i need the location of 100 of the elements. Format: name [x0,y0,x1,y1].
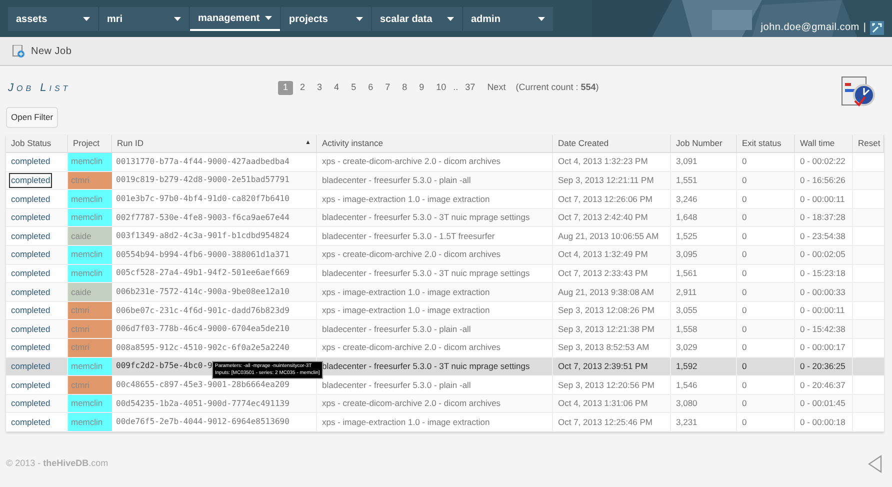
status-link[interactable]: completed [10,397,52,410]
column-header[interactable]: Job Number [671,135,737,152]
table-cell: 009fc2d2-b75e-4bc0-9 [116,360,212,372]
project-tag: memclin [68,190,112,208]
table-row[interactable]: completed caide 003f1349-a8d2-4c3a-901f-b1cdbd954824 bladecenter - freesurfer 5.3.0 - 1.5T freesurfer Aug 21, 2013 10:06:55 AM 1,525 0 0 - 23:54:38 [6,227,884,246]
table-cell: 001e3b7c-97b0-4bf4-91d0-ca820f7b6410 [116,192,290,205]
nav-menu[interactable]: admin [463,7,553,31]
table-cell: 0 - 16:56:26 [800,174,846,187]
nav-menu[interactable]: assets [8,7,98,31]
caret-icon [356,17,363,21]
nav-menu[interactable]: scalar data [372,7,462,31]
page-link[interactable]: 7 [380,81,396,95]
table-cell: xps - create-dicom-archive 2.0 - dicom archives [322,248,501,262]
project-tag: ctmri [68,338,112,357]
table-row[interactable]: completed ctmri 006be07c-231c-4f6d-901c-dadd76b823d9 xps - image-extraction 1.0 - image extraction Sep 3, 2013 12:08:26 PM 3,055 0 0 - 00:00:11 [6,302,884,320]
status-link[interactable]: completed [10,174,52,187]
page-link[interactable]: 10 [431,81,452,95]
column-header[interactable]: Date Created [553,135,671,152]
table-row[interactable]: completed memclin 001e3b7c-97b0-4bf4-91d0-ca820f7b6410 xps - image-extraction 1.0 - image extraction Oct 7, 2013 12:26:06 PM 3,246 0 0 - 00:00:11 [6,190,884,209]
table-row[interactable]: completed memclin 00131770-b77a-4f44-9000-427aadbedba4 xps - create-dicom-archive 2.0 - dicom archives Oct 4, 2013 1:32:23 PM 3,091 0 0 - 00:02:22 [6,153,884,172]
table-cell: 3,080 [676,397,698,410]
page-link[interactable]: 4 [329,81,344,95]
table-row[interactable] [6,358,884,376]
back-arrow-icon[interactable] [868,455,882,473]
table-row[interactable]: completed memclin 00554b94-b994-4fb6-9000-388061d1a371 xps - create-dicom-archive 2.0 - dicom archives Oct 4, 2013 1:32:49 PM 3,095 0 0 - 00:02:05 [6,246,884,265]
table-cell: Oct 7, 2013 2:39:51 PM [558,360,648,373]
new-document-icon [12,44,25,58]
table-cell: 00d54235-1b2a-4051-900d-7774ec491139 [116,398,290,410]
table-cell: bladecenter - freesurfer 5.3.0 - 3T nuic mprage settings [322,266,530,280]
table-cell: 3,055 [676,304,698,317]
column-header[interactable]: Activity instance [317,135,553,152]
status-link[interactable]: completed [10,230,52,243]
table-cell: xps - image-extraction 1.0 - image extraction [322,286,490,298]
table-cell: xps - create-dicom-archive 2.0 - dicom archives [322,155,501,168]
nav-menu[interactable]: projects [281,7,371,31]
table-row[interactable]: completed caide 006b231e-7572-414c-900a-9be08ee12a10 xps - image-extraction 1.0 - image extraction Aug 21, 2013 9:38:08 AM 2,911 0 0 - 00:00:33 [6,283,884,302]
column-header[interactable]: Reset [853,135,884,152]
table-cell: 0 [742,397,747,410]
status-link[interactable]: completed [10,286,52,298]
table-cell: 0 [742,248,747,262]
table-cell: 0 [742,211,747,224]
table-cell: xps - image-extraction 1.0 - image extraction [322,192,490,206]
table-cell: 1,546 [676,378,698,392]
page-link[interactable]: 6 [363,81,378,95]
table-row[interactable]: completed ctmri 00c48655-c897-45e3-9001-28b6664ea209 bladecenter - freesurfer 5.3.0 - plain -all Sep 3, 2013 12:20:56 PM 1,546 0 0 - 20:46:37 [6,376,884,395]
page-link[interactable]: 9 [414,81,430,95]
project-tag: ctmri [68,302,112,320]
status-link[interactable]: completed [10,192,52,206]
column-header[interactable]: Project [68,135,112,152]
table-cell: 002f7787-530e-4fe8-9003-f6ca9ae67e44 [116,212,290,224]
table-cell: 006b231e-7572-414c-900a-9be08ee12a10 [116,286,290,298]
caret-icon [447,17,454,21]
table-cell: Oct 7, 2013 2:33:43 PM [558,266,648,280]
status-link[interactable]: completed [10,155,52,168]
table-cell: 3,095 [676,248,698,262]
page-link[interactable]: 2 [295,81,310,95]
table-cell: 0 - 00:00:11 [800,304,845,317]
table-row[interactable]: completed memclin 002f7787-530e-4fe8-9003-f6ca9ae67e44 bladecenter - freesurfer 5.3.0 - 3T nuic mprage settings Oct 7, 2013 2:42:40 PM 1,648 0 0 - 18:37:28 [6,208,884,228]
page-link[interactable]: 5 [346,81,362,95]
table-cell: 0 - 00:01:45 [800,397,846,410]
table-cell: 0 [742,360,747,373]
next-link[interactable]: Next [482,81,511,95]
table-cell: 1,561 [676,266,698,280]
status-link[interactable]: completed [10,248,52,262]
logout-icon[interactable] [870,20,884,34]
table-row[interactable]: completed ctmri 0019c819-b279-42d8-9000-2e51bad57791 bladecenter - freesurfer 5.3.0 - plain -all Sep 3, 2013 12:21:11 PM 1,551 0 0 - 16:56:26 [6,172,884,190]
status-link[interactable]: completed [10,378,52,392]
status-link[interactable]: completed [10,416,52,428]
table-cell: xps - create-dicom-archive 2.0 - dicom archives [322,397,501,410]
nav-menu[interactable]: management [190,7,280,31]
status-link[interactable]: completed [10,360,52,373]
table-row[interactable]: completed memclin 00de76f5-2e7b-4044-9012-6964e8513690 xps - image-extraction 1.0 - image extraction Oct 7, 2013 12:25:46 PM 3,231 0 0 - 00:00:18 [6,413,884,432]
column-header[interactable]: Job Status [6,135,68,152]
table-cell: bladecenter - freesurfer 5.3.0 - plain -all [322,174,471,187]
table-row[interactable]: completed ctmri 006d7f03-778b-46c4-9000-6704ea5de210 bladecenter - freesurfer 5.3.0 - plain -all Sep 3, 2013 12:21:38 PM 1,558 0 0 - 15:42:38 [6,320,884,339]
open-filter-button[interactable]: Open Filter [6,107,58,128]
column-header[interactable]: Exit status [737,135,795,152]
status-link[interactable]: completed [10,304,52,317]
table-cell: 0 - 15:42:38 [800,322,846,336]
table-cell: bladecenter - freesurfer 5.3.0 - plain -all [322,378,471,392]
status-link[interactable]: completed [10,266,52,280]
table-cell: bladecenter - freesurfer 5.3.0 - 1.5T freesurfer [322,230,495,243]
page-link[interactable]: 37 [460,81,480,95]
status-link[interactable]: completed [10,211,52,224]
page-link[interactable]: 3 [312,81,328,95]
nav-menu[interactable]: mri [99,7,189,31]
new-job-button[interactable]: New Job [12,44,72,58]
table-cell: 0 - 00:00:33 [800,286,846,298]
table-row[interactable]: completed memclin 00d54235-1b2a-4051-900d-7774ec491139 xps - create-dicom-archive 2.0 - dicom archives Oct 4, 2013 1:31:06 PM 3,080 0 0 - 00:01:45 [6,394,884,414]
table-row[interactable]: completed ctmri 008a8595-912c-4510-902c-6f0a2e5a2240 xps - create-dicom-archive 2.0 - dicom archives Sep 3, 2013 8:52:53 AM 3,029 0 0 - 00:00:17 [6,338,884,358]
table-row[interactable]: completed memclin 005cf528-27a4-49b1-94f2-501ee6aef669 bladecenter - freesurfer 5.3.0 - 3T nuic mprage settings Oct 7, 2013 2:33:43 PM 1,561 0 0 - 15:23:18 [6,264,884,284]
project-tag: memclin [68,208,112,226]
status-link[interactable]: completed [10,322,52,336]
page-link[interactable]: 8 [397,81,412,95]
table-cell: xps - image-extraction 1.0 - image extraction [322,304,490,317]
table-cell: xps - create-dicom-archive 2.0 - dicom archives [322,341,501,354]
page-title: Job List [8,80,72,96]
status-link[interactable]: completed [10,341,52,354]
column-header[interactable]: Wall time [795,135,853,152]
caret-icon [83,17,90,21]
